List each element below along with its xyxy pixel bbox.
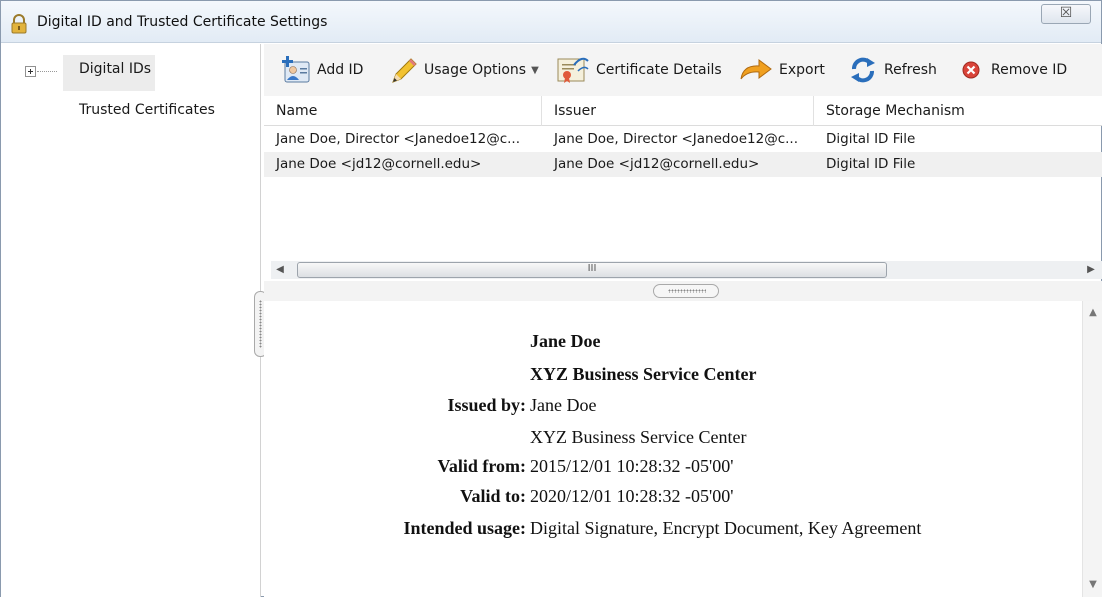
issued-by-organization: XYZ Business Service Center [530, 427, 747, 447]
cell-name: Jane Doe <jd12@cornell.edu> [276, 156, 482, 172]
cell-storage: Digital ID File [826, 156, 916, 172]
horizontal-splitter-handle[interactable] [653, 284, 719, 298]
window-title: Digital ID and Trusted Certificate Setti… [37, 14, 328, 30]
chevron-down-icon: ▼ [531, 64, 539, 76]
cell-issuer: Jane Doe, Director <Janedoe12@c... [554, 131, 799, 147]
table-row[interactable]: Jane Doe, Director <Janedoe12@c... Jane … [264, 127, 1102, 152]
scroll-up-icon[interactable]: ▲ [1087, 307, 1099, 319]
horizontal-scrollbar[interactable]: ◀ III ▶ [271, 261, 1102, 279]
expand-icon[interactable] [25, 66, 36, 77]
table-row[interactable]: Jane Doe <jd12@cornell.edu> Jane Doe <jd… [264, 152, 1102, 177]
usage-options-label: Usage Options [424, 62, 527, 78]
issued-by-org-row: XYZ Business Service Center [264, 427, 1082, 451]
valid-to-label: Valid to: [460, 486, 526, 506]
lock-icon [11, 14, 27, 34]
intended-usage-row: Intended usage: Digital Signature, Encry… [264, 518, 1082, 542]
nav-item-label: Trusted Certificates [79, 102, 215, 118]
remove-icon [962, 61, 980, 79]
scrollbar-thumb[interactable]: III [297, 262, 887, 278]
refresh-label: Refresh [884, 62, 937, 78]
vertical-scrollbar[interactable]: ▲ ▼ [1082, 301, 1102, 597]
thumb-grip: III [587, 263, 597, 274]
issued-by-row: Issued by: Jane Doe [264, 395, 1082, 419]
certificate-details-button[interactable]: Certificate Details [556, 54, 722, 86]
valid-from-row: Valid from: 2015/12/01 10:28:32 -05'00' [264, 456, 1082, 480]
nav-item-trusted-certificates[interactable]: Trusted Certificates [79, 102, 215, 118]
usage-options-button[interactable]: Usage Options ▼ [388, 54, 539, 86]
navigation-tree: Digital IDs Trusted Certificates [1, 44, 261, 597]
export-button[interactable]: Export [739, 54, 825, 86]
certificate-icon [557, 57, 589, 83]
issued-by-label: Issued by: [447, 395, 526, 415]
valid-from-value: 2015/12/01 10:28:32 -05'00' [530, 456, 734, 476]
export-label: Export [779, 62, 825, 78]
intended-usage-label: Intended usage: [403, 518, 526, 538]
dialog-window: Digital ID and Trusted Certificate Setti… [0, 0, 1102, 597]
pencil-icon [392, 58, 417, 83]
add-id-label: Add ID [317, 62, 364, 78]
refresh-icon [851, 57, 875, 83]
remove-id-label: Remove ID [991, 62, 1068, 78]
subject-organization: XYZ Business Service Center [530, 364, 757, 384]
add-id-icon [282, 56, 310, 83]
column-header-storage[interactable]: Storage Mechanism [814, 96, 1102, 126]
remove-id-button[interactable]: Remove ID [961, 54, 1067, 86]
intended-usage-value: Digital Signature, Encrypt Document, Key… [530, 518, 922, 538]
export-arrow-icon [740, 59, 772, 80]
cell-issuer: Jane Doe <jd12@cornell.edu> [554, 156, 760, 172]
scroll-left-icon[interactable]: ◀ [273, 263, 287, 277]
scroll-right-icon[interactable]: ▶ [1084, 263, 1098, 277]
refresh-button[interactable]: Refresh [848, 54, 937, 86]
certificate-details-panel: Jane Doe XYZ Business Service Center Iss… [264, 301, 1082, 597]
horizontal-splitter [264, 281, 1102, 301]
subject-name: Jane Doe [530, 331, 601, 351]
table-header: Name Issuer Storage Mechanism [264, 96, 1102, 126]
nav-item-digital-ids[interactable]: Digital IDs [63, 55, 155, 91]
valid-to-row: Valid to: 2020/12/01 10:28:32 -05'00' [264, 486, 1082, 510]
close-icon: ☒ [1059, 5, 1073, 21]
tree-connector [37, 71, 57, 72]
add-id-button[interactable]: Add ID [281, 54, 363, 86]
scroll-down-icon[interactable]: ▼ [1087, 579, 1099, 591]
close-button[interactable]: ☒ [1041, 4, 1091, 24]
cell-name: Jane Doe, Director <Janedoe12@c... [276, 131, 521, 147]
valid-from-label: Valid from: [437, 456, 526, 476]
nav-item-label: Digital IDs [79, 61, 152, 77]
toolbar: Add ID Usage Options ▼ Certificate Detai… [264, 44, 1102, 96]
valid-to-value: 2020/12/01 10:28:32 -05'00' [530, 486, 734, 506]
column-header-name[interactable]: Name [264, 96, 542, 126]
title-bar[interactable]: Digital ID and Trusted Certificate Setti… [1, 1, 1101, 43]
column-header-issuer[interactable]: Issuer [542, 96, 814, 126]
cell-storage: Digital ID File [826, 131, 916, 147]
certificate-details-label: Certificate Details [596, 62, 722, 78]
issued-by-name: Jane Doe [530, 395, 597, 415]
